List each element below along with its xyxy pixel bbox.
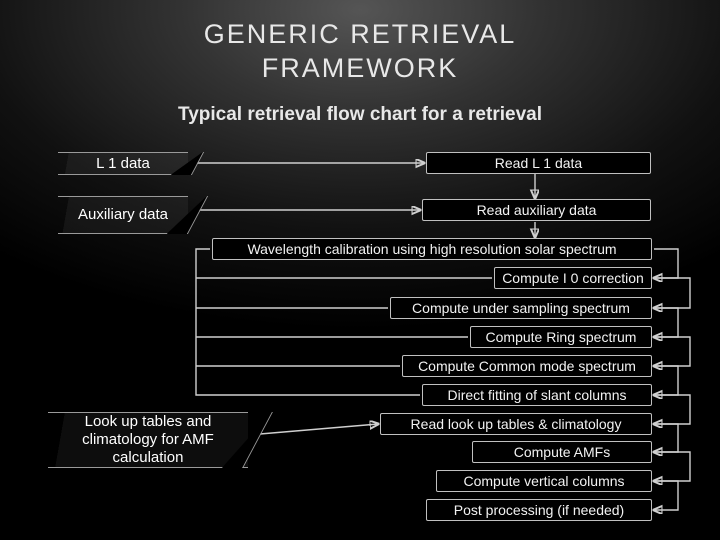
step-label: Compute I 0 correction — [502, 270, 644, 286]
step-label: Post processing (if needed) — [454, 502, 624, 518]
input-l1-data: L 1 data — [58, 152, 188, 175]
step-label: Direct fitting of slant columns — [448, 387, 627, 403]
input-label: Auxiliary data — [78, 206, 168, 224]
step-label: Read look up tables & climatology — [411, 416, 622, 432]
step-label: Compute under sampling spectrum — [412, 300, 630, 316]
step-label: Read auxiliary data — [477, 202, 597, 218]
input-amf-tables: Look up tables and climatology for AMF c… — [48, 412, 248, 468]
step-vertical: Compute vertical columns — [436, 470, 652, 492]
step-label: Compute AMFs — [514, 444, 610, 460]
step-ring: Compute Ring spectrum — [470, 326, 652, 348]
step-label: Wavelength calibration using high resolu… — [247, 241, 616, 257]
step-read-aux: Read auxiliary data — [422, 199, 651, 221]
step-post: Post processing (if needed) — [426, 499, 652, 521]
input-label: Look up tables and climatology for AMF c… — [48, 413, 248, 467]
step-slant: Direct fitting of slant columns — [422, 384, 652, 406]
input-auxiliary-data: Auxiliary data — [58, 196, 188, 234]
step-read-lut: Read look up tables & climatology — [380, 413, 652, 435]
input-label: L 1 data — [96, 155, 150, 173]
step-compute-amf: Compute AMFs — [472, 441, 652, 463]
step-label: Compute Ring spectrum — [486, 329, 637, 345]
step-label: Compute Common mode spectrum — [418, 358, 636, 374]
step-i0: Compute I 0 correction — [494, 267, 652, 289]
step-label: Read L 1 data — [495, 155, 582, 171]
step-read-l1: Read L 1 data — [426, 152, 651, 174]
step-label: Compute vertical columns — [463, 473, 624, 489]
step-undersamp: Compute under sampling spectrum — [390, 297, 652, 319]
step-wave-cal: Wavelength calibration using high resolu… — [212, 238, 652, 260]
flowchart-stage: L 1 data Auxiliary data Look up tables a… — [0, 0, 720, 540]
step-common: Compute Common mode spectrum — [402, 355, 652, 377]
